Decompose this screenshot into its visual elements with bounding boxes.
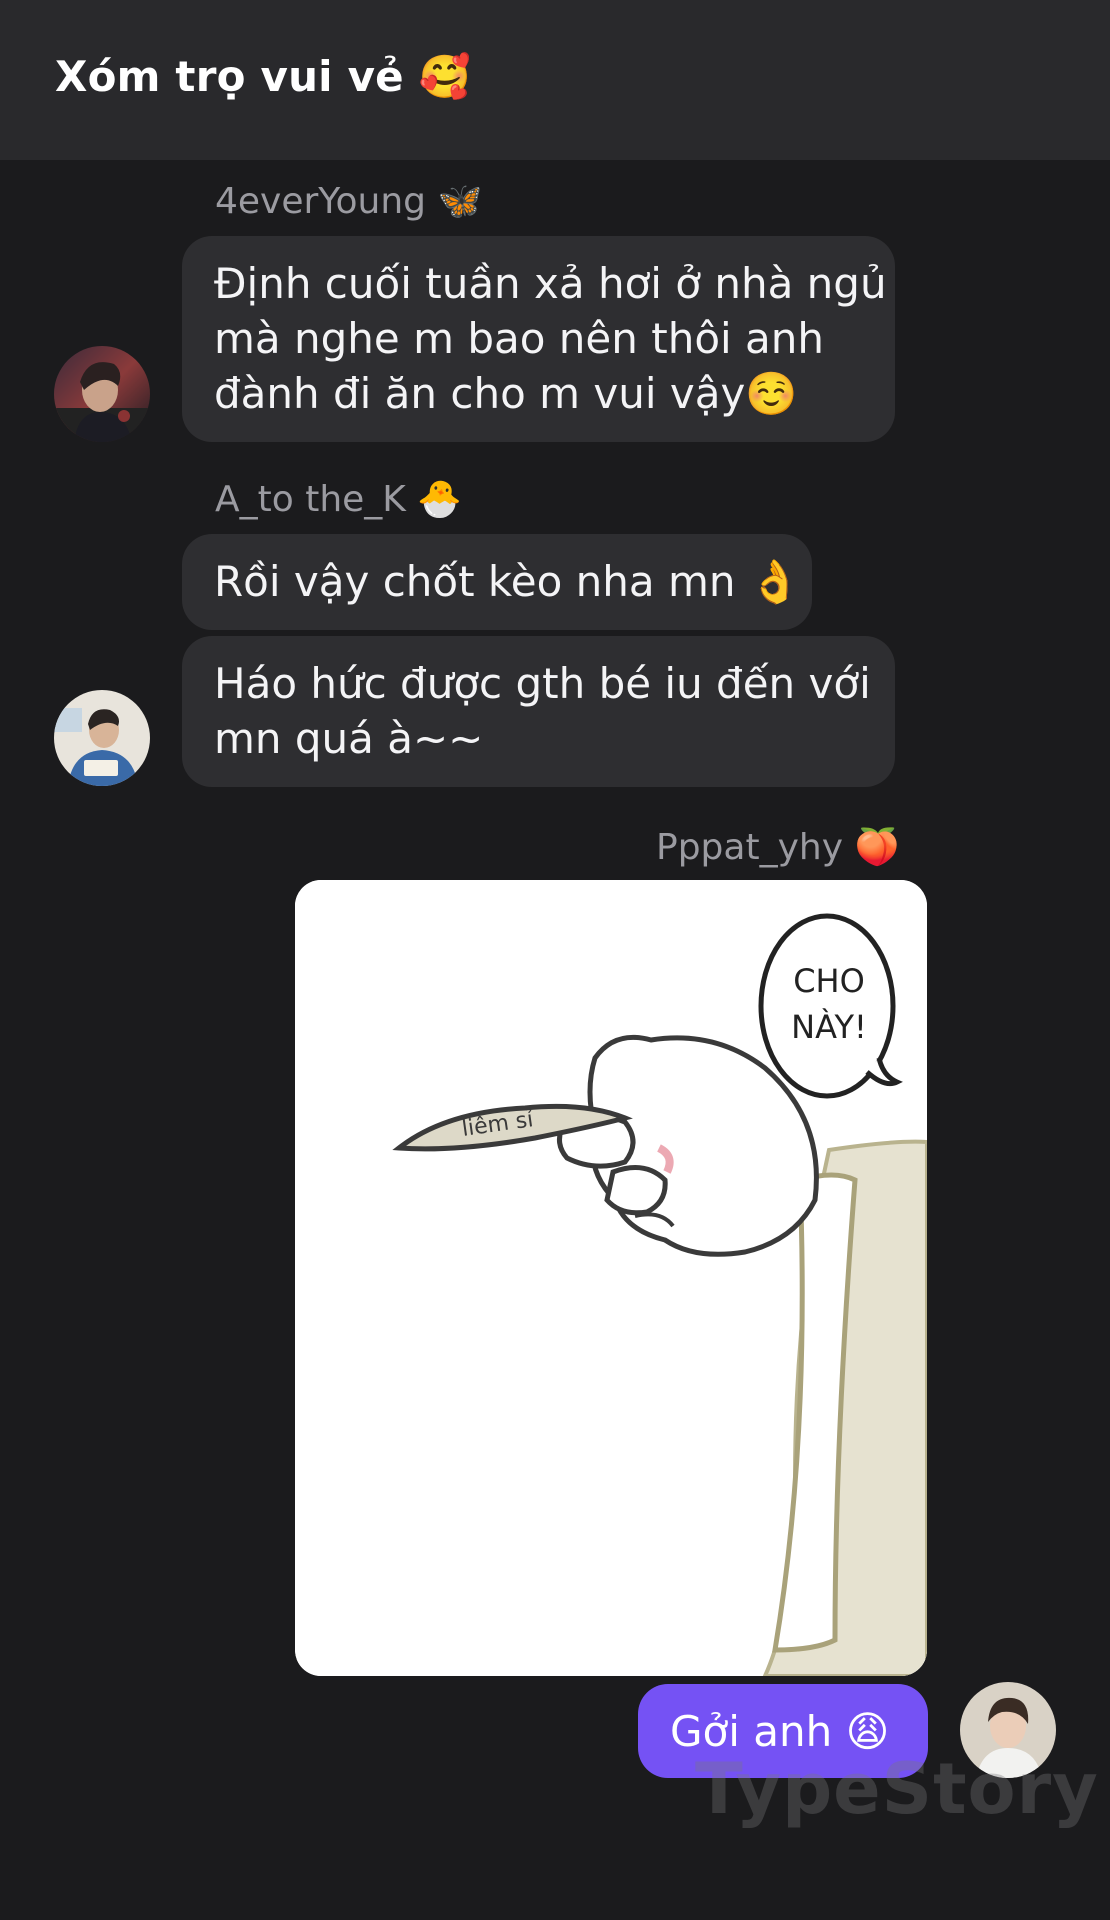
sender-name-pppat-yhy[interactable]: Pppat_yhy 🍑 <box>656 826 899 868</box>
meme-hand-coin-image: liêm sỉ CHO NÀY! <box>295 880 927 1676</box>
message-line: mn quá à~~ <box>214 714 484 763</box>
speech-text-line-2: NÀY! <box>791 1008 867 1046</box>
avatar-man-blue-shirt-reading-icon <box>54 690 150 786</box>
message-line: Háo hức được gth bé iu đến với <box>214 659 871 708</box>
avatar-young-man-dark-stage-icon <box>54 346 150 442</box>
avatar[interactable] <box>54 690 150 786</box>
image-message[interactable]: liêm sỉ CHO NÀY! <box>295 880 927 1676</box>
sender-name-a-to-the-k[interactable]: A_to the_K 🐣 <box>215 478 462 520</box>
group-title[interactable]: Xóm trọ vui vẻ 🥰 <box>55 52 471 102</box>
avatar[interactable] <box>54 346 150 442</box>
message-bubble[interactable]: Rồi vậy chốt kèo nha mn 👌 <box>182 534 812 630</box>
message-line: đành đi ăn cho m vui vậy☺️ <box>214 369 798 418</box>
chat-header: Xóm trọ vui vẻ 🥰 <box>0 0 1110 160</box>
sender-name-4everyoung[interactable]: 4everYoung 🦋 <box>215 180 482 222</box>
chat-screen: Xóm trọ vui vẻ 🥰 4everYoung 🦋 Định cuối … <box>0 0 1110 1920</box>
message-bubble[interactable]: Háo hức được gth bé iu đến với mn quá à~… <box>182 636 895 787</box>
message-line: mà nghe m bao nên thôi anh <box>214 314 825 363</box>
message-bubble[interactable]: Định cuối tuần xả hơi ở nhà ngủ mà nghe … <box>182 236 895 442</box>
speech-text-line-1: CHO <box>793 962 865 1000</box>
message-line: Rồi vậy chốt kèo nha mn 👌 <box>214 557 802 606</box>
message-line: Định cuối tuần xả hơi ở nhà ngủ <box>214 259 887 308</box>
watermark-text: TypeStory <box>695 1748 1099 1830</box>
